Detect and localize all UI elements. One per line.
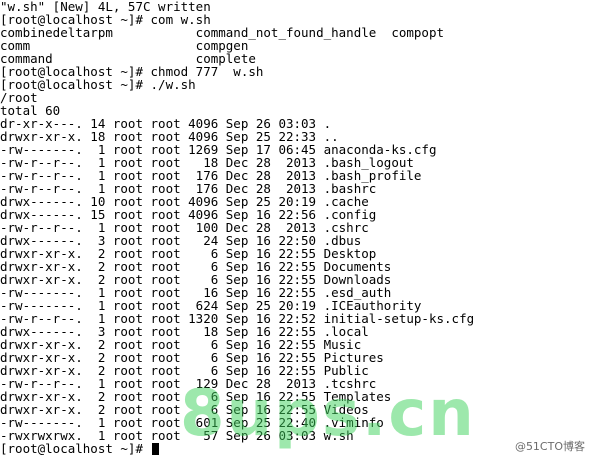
cursor-icon <box>151 443 159 455</box>
terminal-window[interactable]: "w.sh" [New] 4L, 57C written [root@local… <box>0 0 593 462</box>
terminal-line: [root@localhost ~]# ./w.sh <box>0 77 196 92</box>
brand-watermark: @51CTO博客 <box>514 440 585 453</box>
command-prompt: [root@localhost ~]# <box>0 441 151 456</box>
command-prompt-line[interactable]: [root@localhost ~]# <box>0 442 593 455</box>
terminal-line: /root <box>0 90 38 105</box>
